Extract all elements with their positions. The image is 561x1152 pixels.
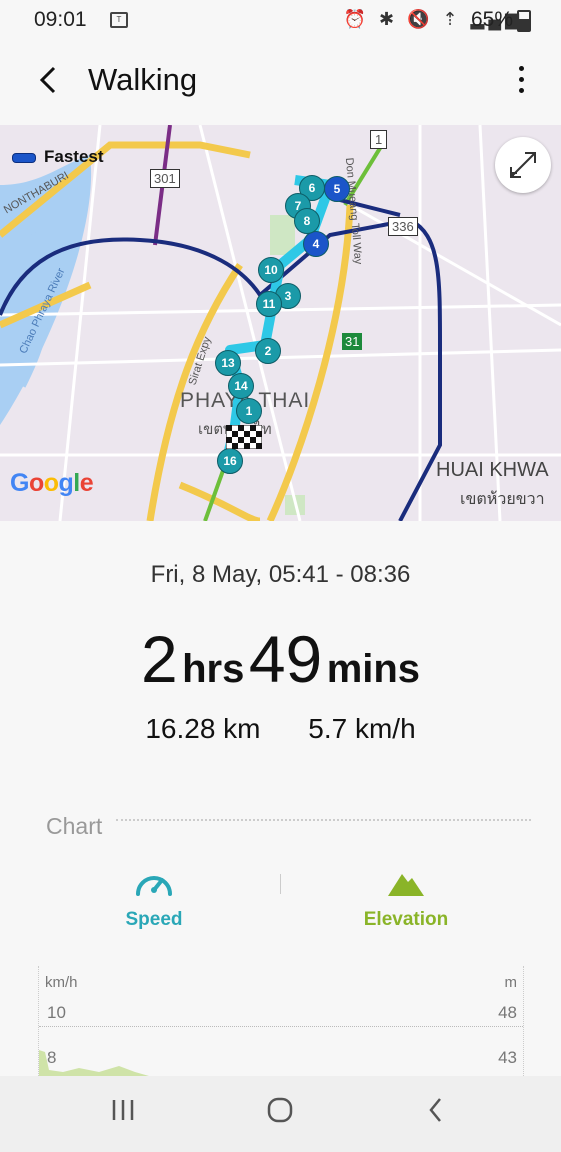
system-nav-bar [0,1076,561,1152]
tab-elevation-label: Elevation [363,909,449,930]
legend-swatch [12,152,36,163]
left-tick-10: 10 [47,1003,66,1022]
notification-icon: T [110,12,128,28]
app-bar: Walking [0,40,561,124]
expand-map-button[interactable] [495,137,551,193]
tab-speed[interactable]: Speed [54,866,254,931]
tab-speed-label: Speed [125,909,183,930]
waypoint-11[interactable]: 11 [256,291,282,317]
back-arrow-icon [39,66,56,94]
legend-label: Fastest [44,147,104,166]
back-chevron-icon [429,1098,441,1122]
workout-summary: Fri, 8 May, 05:41 - 08:36 2 hrs 49 mins … [0,521,561,1086]
battery-icon [517,10,531,32]
duration-hours: 2 [140,622,178,696]
chart-plot-area: km/h m 10 48 8 43 [38,966,524,1086]
route-map[interactable]: Fastest 301 336 31 1 NONTHABURI Chao Phr… [0,125,561,521]
duration-minutes: 49 [248,622,323,696]
duration-minutes-unit: mins [326,647,421,691]
route-shield-301: 301 [150,169,180,188]
tab-elevation[interactable]: Elevation [306,866,506,931]
map-label-huai-khwang-thai: เขตห้วยขวา [460,491,545,508]
distance-value: 16.28 km [145,713,261,744]
map-legend: Fastest [12,147,104,167]
gridline [39,1026,523,1027]
map-label-huai-khwang: HUAI KHWA [436,459,549,481]
right-tick-48: 48 [498,1003,517,1022]
speed-value: 5.7 km/h [308,713,416,744]
more-options-button[interactable] [511,60,531,100]
duration: 2 hrs 49 mins [0,621,561,697]
finish-flag-icon [226,425,262,449]
more-dot-icon [518,88,524,93]
tab-divider [280,874,281,894]
left-axis-unit: km/h [45,974,78,991]
status-time: 09:01 [34,8,87,31]
right-axis-unit: m [504,974,518,991]
chart-section-title: Chart [46,813,103,839]
route-shield-1: 1 [370,130,388,149]
speedometer-icon [136,876,172,896]
google-logo: Google [10,469,94,497]
right-tick-43: 43 [498,1048,517,1067]
waypoint-16[interactable]: 16 [217,448,243,474]
status-bar: 09:01 T ⏰ ✱ 🔇 ⇡ ▂▄▆ 65% [0,0,561,40]
metrics-row: 16.28 km 5.7 km/h [0,713,561,745]
waypoint-4[interactable]: 4 [303,231,329,257]
waypoint-13[interactable]: 13 [215,350,241,376]
route-shield-336: 336 [388,217,418,236]
waypoint-5[interactable]: 5 [324,176,350,202]
waypoint-10[interactable]: 10 [258,257,284,283]
back-button[interactable] [30,60,70,100]
more-dot-icon [518,66,524,71]
section-divider [116,819,531,821]
system-back-button[interactable] [406,1094,466,1134]
battery-percent: 65% [470,8,513,31]
mountain-icon [388,874,424,896]
recent-apps-icon [112,1100,134,1120]
waypoint-1[interactable]: 1 [236,398,262,424]
date-range: Fri, 8 May, 05:41 - 08:36 [150,561,411,588]
elevation-area-fragment [39,1050,149,1076]
waypoint-8[interactable]: 8 [294,208,320,234]
page-title: Walking [88,62,198,97]
expand-icon [510,152,536,178]
home-button[interactable] [250,1094,310,1134]
duration-hours-unit: hrs [182,647,245,691]
route-shield-31: 31 [342,333,363,350]
home-icon [267,1097,293,1123]
recent-apps-button[interactable] [93,1094,153,1134]
waypoint-14[interactable]: 14 [228,373,254,399]
waypoint-2[interactable]: 2 [255,338,281,364]
more-dot-icon [518,77,524,82]
